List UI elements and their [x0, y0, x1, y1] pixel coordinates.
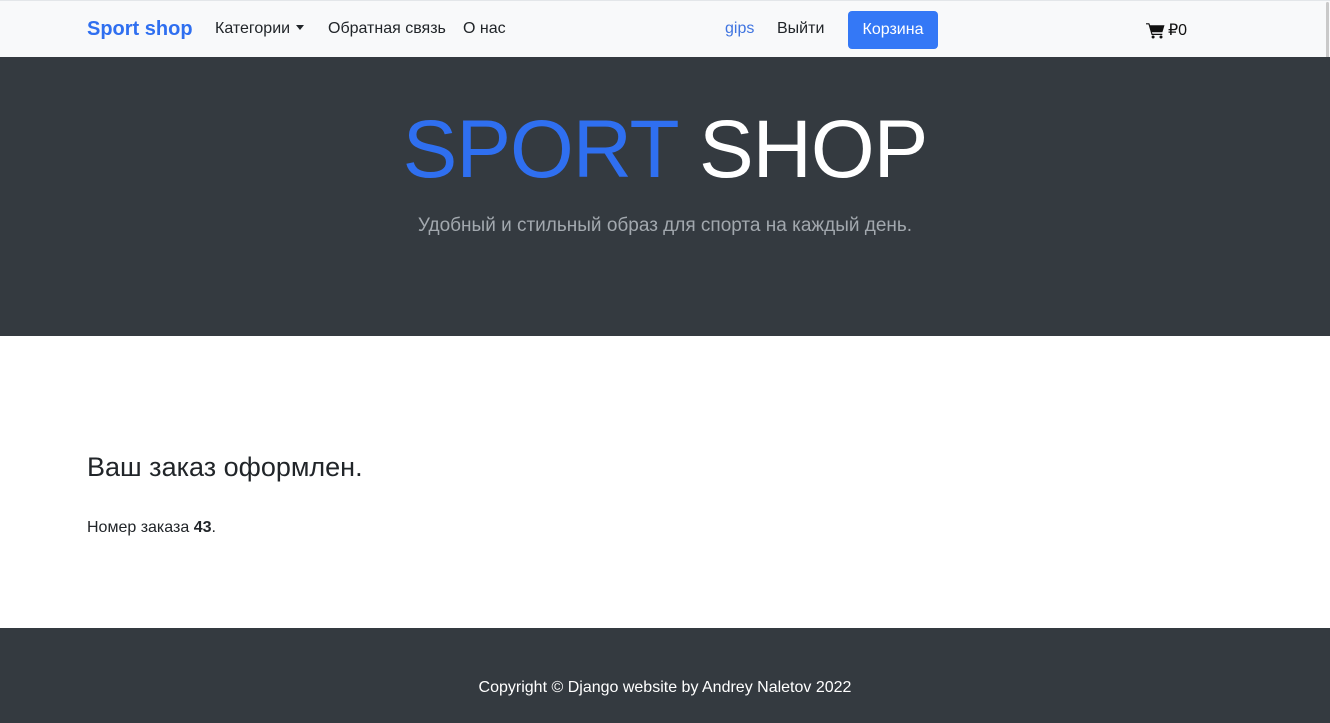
- order-number: 43: [193, 519, 212, 536]
- categories-label: Категории: [215, 20, 291, 37]
- username-link[interactable]: gips: [725, 20, 754, 38]
- order-number-line: Номер заказа 43.: [87, 519, 216, 537]
- cart-total-link[interactable]: ₽0: [1146, 20, 1187, 40]
- order-number-suffix: .: [211, 519, 216, 536]
- shopping-cart-icon: [1146, 22, 1165, 38]
- order-confirmation-heading: Ваш заказ оформлен.: [87, 452, 363, 482]
- page-footer: Copyright © Django website by Andrey Nal…: [0, 628, 1330, 723]
- cart-total-amount: ₽0: [1168, 22, 1188, 39]
- hero-subtitle: Удобный и стильный образ для спорта на к…: [417, 215, 913, 236]
- hero-banner: SPORT SHOP Удобный и стильный образ для …: [0, 57, 1330, 336]
- logout-link[interactable]: Выйти: [777, 20, 824, 38]
- footer-copyright: Copyright © Django website by Andrey Nal…: [478, 679, 852, 696]
- hero-title-sport: SPORT: [402, 104, 679, 195]
- top-navbar: Sport shop Категории Обратная связь О на…: [0, 0, 1330, 57]
- hero-title-shop: SHOP: [698, 104, 928, 195]
- categories-dropdown[interactable]: Категории: [215, 20, 305, 38]
- hero-title: SPORT SHOP: [0, 109, 1330, 191]
- order-number-prefix: Номер заказа: [87, 519, 190, 536]
- brand-link[interactable]: Sport shop: [87, 18, 193, 41]
- feedback-link[interactable]: Обратная связь: [328, 20, 446, 38]
- cart-button[interactable]: Корзина: [848, 11, 938, 49]
- caret-down-icon: [296, 25, 305, 30]
- about-link[interactable]: О нас: [463, 20, 506, 38]
